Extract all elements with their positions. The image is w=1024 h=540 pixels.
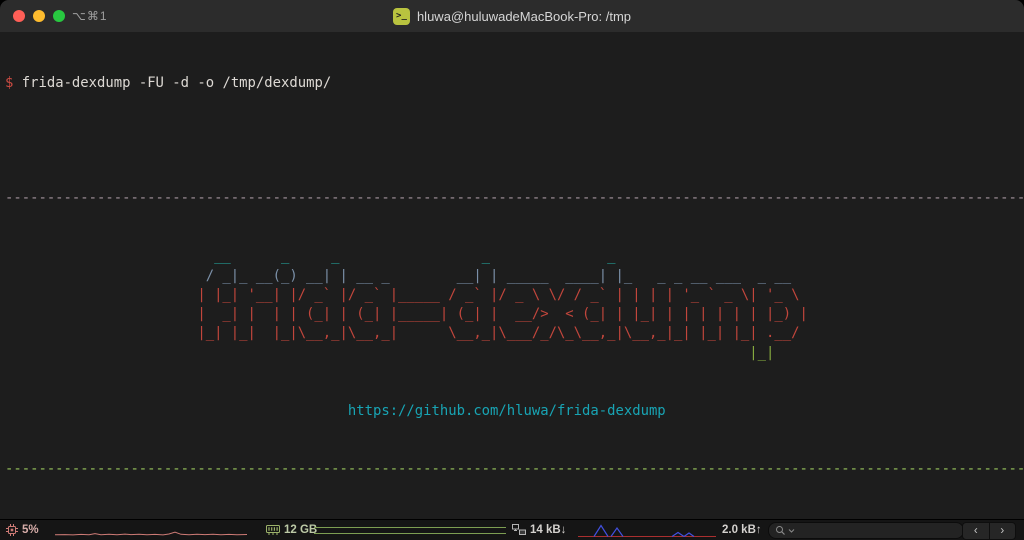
chevron-down-icon bbox=[788, 527, 795, 534]
separator-line-bottom: ----------------------------------------… bbox=[5, 460, 1024, 479]
banner-line: | |_| '__| |/ _` |/ _` |_____ / _` |/ _ … bbox=[197, 286, 1024, 305]
cpu-status: 5% bbox=[6, 520, 39, 540]
memory-label: 12 GB bbox=[284, 524, 317, 536]
prompt-symbol: $ bbox=[5, 75, 13, 91]
scrollback-nav: ‹ › bbox=[962, 522, 1016, 540]
ascii-banner: __ _ _ _ _ / _|_ __(_) __| | __ _ __| | … bbox=[5, 247, 1024, 363]
next-button[interactable]: › bbox=[990, 523, 1016, 539]
window-titlebar: ⌥⌘1 >_ hluwa@huluwadeMacBook-Pro: /tmp bbox=[0, 0, 1024, 33]
network-up-status: 2.0 kB↑ bbox=[722, 520, 762, 540]
banner-line: |_| bbox=[197, 344, 1024, 363]
network-up-label: 2.0 kB↑ bbox=[722, 524, 762, 536]
search-icon bbox=[775, 525, 786, 536]
network-down-label: 14 kB↓ bbox=[530, 524, 566, 536]
banner-line: |_| |_| |_|\__,_|\__,_| \__,_|\___/_/\_\… bbox=[197, 324, 1024, 343]
separator-line-top: ----------------------------------------… bbox=[5, 189, 1024, 208]
window-title: hluwa@huluwadeMacBook-Pro: /tmp bbox=[417, 9, 631, 24]
cpu-usage-label: 5% bbox=[22, 524, 39, 536]
banner-line: / _|_ __(_) __| | __ _ __| | _____ ____|… bbox=[197, 267, 1024, 286]
memory-status: 12 GB bbox=[266, 520, 317, 540]
github-url[interactable]: https://github.com/hluwa/frida-dexdump bbox=[5, 402, 1024, 421]
prev-button[interactable]: ‹ bbox=[963, 523, 990, 539]
banner-line: __ _ _ _ _ bbox=[197, 247, 1024, 266]
memory-icon bbox=[266, 525, 280, 536]
terminal-app-icon: >_ bbox=[393, 8, 410, 25]
cpu-icon bbox=[6, 524, 18, 536]
search-input[interactable] bbox=[768, 522, 964, 539]
network-icon bbox=[512, 524, 526, 536]
banner-line: | _| | | | (_| | (_| |_____| (_| | __/> … bbox=[197, 305, 1024, 324]
command-text: frida-dexdump -FU -d -o /tmp/dexdump/ bbox=[22, 75, 331, 91]
network-graph bbox=[578, 520, 716, 540]
terminal-window: ⌥⌘1 >_ hluwa@huluwadeMacBook-Pro: /tmp $… bbox=[0, 0, 1024, 540]
status-bar: 5% 12 GB 14 kB↓ bbox=[0, 519, 1024, 540]
network-status: 14 kB↓ bbox=[512, 520, 566, 540]
cpu-graph bbox=[55, 520, 247, 540]
memory-graph bbox=[314, 520, 506, 540]
terminal-output: $ frida-dexdump -FU -d -o /tmp/dexdump/ … bbox=[0, 32, 1024, 520]
command-line: $ frida-dexdump -FU -d -o /tmp/dexdump/ bbox=[5, 74, 1024, 93]
